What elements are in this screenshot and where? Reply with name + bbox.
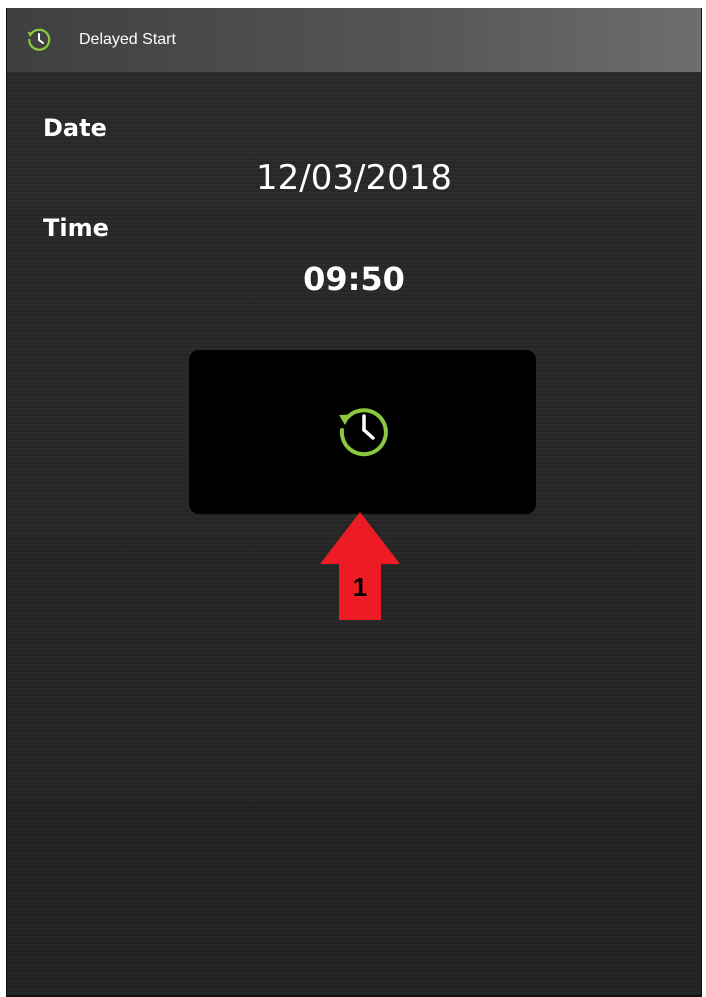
app-title: Delayed Start (79, 31, 176, 48)
delayed-start-clock-icon (335, 402, 391, 463)
date-value[interactable]: 12/03/2018 (7, 158, 701, 198)
clock-restart-icon (25, 26, 53, 54)
time-label: Time (43, 214, 109, 242)
annotation-callout: 1 (315, 508, 405, 628)
delayed-start-button[interactable] (189, 350, 536, 514)
time-value[interactable]: 09:50 (7, 260, 701, 298)
app-window: Delayed Start Date 12/03/2018 Time 09:50… (6, 8, 702, 997)
date-label: Date (43, 114, 107, 142)
annotation-number: 1 (352, 572, 368, 602)
title-bar: Delayed Start (7, 8, 701, 72)
